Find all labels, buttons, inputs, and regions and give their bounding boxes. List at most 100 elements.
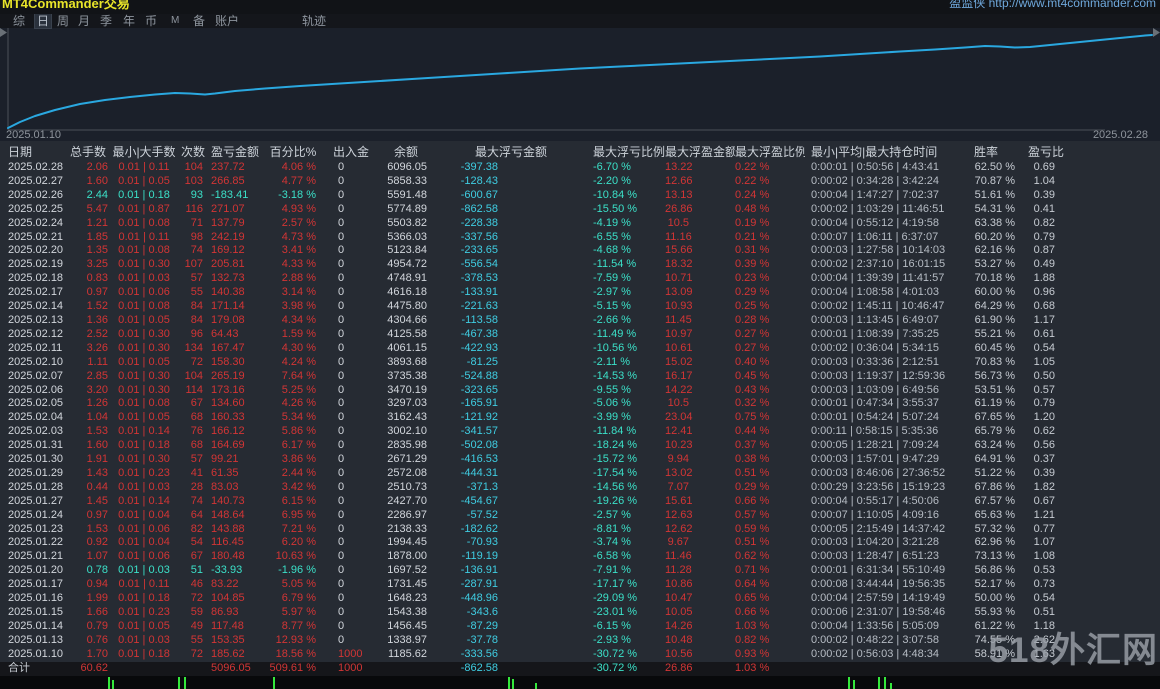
table-row[interactable]: 2025.02.17 0.97 0.01 | 0.06 55 140.38 3.14 % 0… — [0, 286, 1160, 300]
table-cell: 0.43 % — [735, 383, 770, 396]
table-cell: 1338.97 — [387, 633, 427, 646]
table-cell: 3.41 % — [281, 244, 316, 257]
menu-item-周[interactable]: 周 — [57, 14, 69, 28]
table-row[interactable]: 2025.01.29 1.43 0.01 | 0.23 41 61.35 2.44 % 0 2… — [0, 467, 1160, 481]
table-row[interactable]: 2025.02.13 1.36 0.01 | 0.05 84 179.08 4.34 % 0… — [0, 314, 1160, 328]
menu-item-M[interactable]: M — [171, 14, 179, 28]
table-cell: 4616.18 — [387, 286, 427, 299]
table-cell: 103 — [184, 174, 203, 187]
table-cell: 0.01 | 0.06 — [118, 522, 170, 535]
table-row[interactable]: 2025.01.23 1.53 0.01 | 0.06 82 143.88 7.21 % 0… — [0, 523, 1160, 537]
table-row[interactable]: 2025.02.05 1.26 0.01 | 0.08 67 134.60 4.26 % 0… — [0, 397, 1160, 411]
table-row[interactable]: 2025.02.11 3.26 0.01 | 0.30 134 167.47 4.30 %… — [0, 342, 1160, 356]
table-cell: 0.96 — [1033, 286, 1055, 299]
table-row[interactable]: 2025.01.22 0.92 0.01 | 0.04 54 116.45 6.20 % 0… — [0, 536, 1160, 550]
table-row[interactable]: 2025.01.14 0.79 0.01 | 0.05 49 117.48 8.77 % 0… — [0, 620, 1160, 634]
table-cell: 57 — [190, 453, 203, 466]
table-cell: 1.45 — [86, 494, 108, 507]
table-cell: 0.27 % — [735, 341, 770, 354]
table-row[interactable]: 2025.01.27 1.45 0.01 | 0.14 74 140.73 6.15 % 0… — [0, 495, 1160, 509]
table-cell: 0.41 — [1033, 202, 1055, 215]
menu-item-日[interactable]: 日 — [33, 13, 53, 29]
table-cell: 0.82 — [1033, 216, 1055, 229]
table-cell: 137.79 — [211, 216, 245, 229]
menu-item-账户[interactable]: 账户 — [215, 14, 239, 28]
menu-item-季[interactable]: 季 — [100, 14, 112, 28]
table-row[interactable]: 2025.01.28 0.44 0.01 | 0.03 28 83.03 3.42 % 0 2… — [0, 481, 1160, 495]
table-cell: 0.01 | 0.03 — [118, 272, 170, 285]
table-cell: 10.5 — [667, 216, 689, 229]
table-cell: 3297.03 — [387, 397, 427, 410]
table-cell: 67.57 % — [974, 494, 1015, 507]
table-cell: 1.11 — [87, 355, 108, 368]
table-cell: 116 — [185, 202, 203, 215]
table-cell — [1075, 328, 1160, 342]
table-cell — [1075, 189, 1160, 203]
table-cell: 265.19 — [211, 369, 245, 382]
table-cell: 12.41 — [665, 425, 693, 438]
table-row[interactable]: 2025.02.14 1.52 0.01 | 0.08 84 171.14 3.98 % 0… — [0, 300, 1160, 314]
table-row[interactable]: 2025.02.18 0.83 0.01 | 0.03 57 132.73 2.88 % 0… — [0, 272, 1160, 286]
table-row[interactable]: 2025.01.24 0.97 0.01 | 0.04 64 148.64 6.95 % 0… — [0, 509, 1160, 523]
menu-item-年[interactable]: 年 — [123, 14, 135, 28]
table-cell: 2025.02.20 — [8, 244, 64, 257]
menu-item-备[interactable]: 备 — [193, 14, 205, 28]
table-row[interactable]: 2025.02.20 1.35 0.01 | 0.08 74 169.12 3.41 % 0… — [0, 244, 1160, 258]
table-cell: -422.93 — [460, 341, 498, 354]
table-cell: -221.63 — [460, 300, 498, 313]
table-cell: 55.93 % — [974, 606, 1015, 618]
table-row[interactable]: 2025.01.20 0.78 0.01 | 0.03 51 -33.93 -1.96 %… — [0, 564, 1160, 578]
table-cell: 1.35 — [86, 244, 108, 257]
table-row[interactable]: 2025.01.31 1.60 0.01 | 0.18 68 164.69 6.17 % 0… — [0, 439, 1160, 453]
menu-item-轨迹[interactable]: 轨迹 — [302, 14, 326, 28]
vendor-link[interactable]: 盈监侠 http://www.mt4commander.com — [949, 0, 1156, 11]
table-row[interactable]: 2025.01.21 1.07 0.01 | 0.06 67 180.48 10.63 %… — [0, 550, 1160, 564]
table-cell: -5.15 % — [593, 300, 631, 313]
table-cell: 1878.00 — [387, 550, 427, 563]
table-row[interactable]: 2025.02.28 2.06 0.01 | 0.11 104 237.72 4.06 %… — [0, 161, 1160, 175]
table-cell: 0.97 — [86, 286, 108, 299]
table-cell: 0.62 % — [735, 550, 770, 563]
table-row[interactable]: 2025.02.06 3.20 0.01 | 0.30 114 173.16 5.25 %… — [0, 384, 1160, 398]
table-row[interactable]: 2025.01.30 1.91 0.01 | 0.30 57 99.21 3.86 % 0 2… — [0, 453, 1160, 467]
table-row[interactable]: 2025.01.13 0.76 0.01 | 0.03 55 153.35 12.93 %… — [0, 634, 1160, 648]
table-row[interactable]: 2025.02.03 1.53 0.01 | 0.14 76 166.12 5.86 % 0… — [0, 425, 1160, 439]
table-cell: 0:00:02 | 0:56:03 | 4:48:34 — [811, 647, 940, 660]
table-cell: 0.76 — [86, 633, 108, 646]
table-cell: 1.08 — [1033, 550, 1055, 563]
menu-item-月[interactable]: 月 — [78, 14, 90, 28]
table-row[interactable]: 2025.01.10 1.70 0.01 | 0.18 72 185.62 18.56 %… — [0, 648, 1160, 662]
table-cell: 3002.10 — [387, 425, 427, 438]
table-cell: 11.46 — [665, 550, 692, 563]
table-row[interactable]: 2025.02.12 2.52 0.01 | 0.30 96 64.43 1.59 % 0 4… — [0, 328, 1160, 342]
table-cell: 0.01 | 0.03 — [118, 480, 170, 493]
table-cell: 1.26 — [86, 397, 108, 410]
menu-item-币[interactable]: 币 — [145, 14, 157, 28]
table-row[interactable]: 2025.02.27 1.60 0.01 | 0.05 103 266.85 4.77 %… — [0, 175, 1160, 189]
table-row[interactable]: 2025.02.07 2.85 0.01 | 0.30 104 265.19 7.64 %… — [0, 370, 1160, 384]
table-cell: 2025.01.27 — [8, 494, 64, 507]
table-row[interactable]: 2025.02.04 1.04 0.01 | 0.05 68 160.33 5.34 % 0… — [0, 411, 1160, 425]
table-cell: 0:00:01 | 0:50:56 | 4:43:41 — [811, 161, 940, 173]
table-row[interactable]: 2025.02.26 2.44 0.01 | 0.18 93 -183.41 -3.18 … — [0, 189, 1160, 203]
table-row[interactable]: 2025.02.10 1.11 0.01 | 0.05 72 158.30 4.24 % 0… — [0, 356, 1160, 370]
table-cell: 0.01 | 0.04 — [118, 508, 170, 521]
table-row[interactable]: 2025.01.16 1.99 0.01 | 0.18 72 104.85 6.79 % 0… — [0, 592, 1160, 606]
table-row[interactable]: 2025.02.24 1.21 0.01 | 0.08 71 137.79 2.57 % 0… — [0, 217, 1160, 231]
table-cell: 61.19 % — [974, 397, 1015, 410]
table-row[interactable]: 2025.02.19 3.25 0.01 | 0.30 107 205.81 4.33 %… — [0, 258, 1160, 272]
equity-chart[interactable]: 2025.01.10 2025.02.28 — [0, 28, 1160, 141]
table-row[interactable]: 2025.02.21 1.85 0.01 | 0.11 98 242.19 4.73 % 0… — [0, 231, 1160, 245]
table-cell: 3.86 % — [281, 453, 316, 466]
menu-item-综[interactable]: 综 — [13, 14, 25, 28]
table-row[interactable]: 2025.01.17 0.94 0.01 | 0.11 46 83.22 5.05 % 0 1… — [0, 578, 1160, 592]
table-row[interactable]: 2025.01.15 1.66 0.01 | 0.23 59 86.93 5.97 % 0 1… — [0, 606, 1160, 620]
table-cell: 143.88 — [211, 522, 245, 535]
table-cell: -862.58 — [460, 202, 498, 215]
table-cell: -57.52 — [466, 508, 498, 521]
table-row[interactable]: 2025.02.25 5.47 0.01 | 0.87 116 271.07 4.93 %… — [0, 203, 1160, 217]
table-cell: 4.06 % — [281, 161, 316, 173]
table-cell: 2572.08 — [387, 466, 427, 479]
table-cell — [1075, 592, 1160, 606]
table-cell: -2.20 % — [593, 174, 631, 187]
